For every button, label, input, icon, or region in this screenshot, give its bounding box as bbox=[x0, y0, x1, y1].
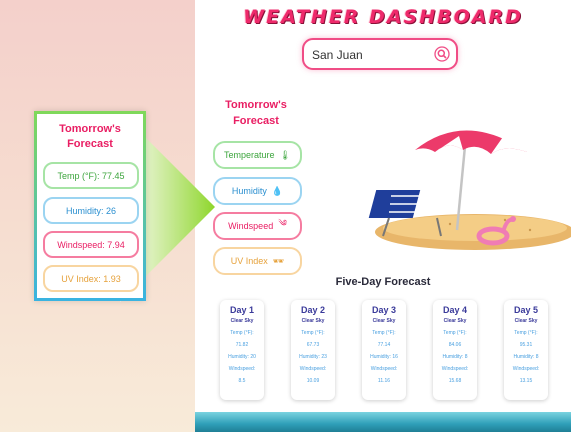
day-temp: 77.14 bbox=[377, 342, 391, 348]
day-condition: Clear Sky bbox=[514, 318, 538, 324]
temperature-label: Temperature bbox=[224, 150, 275, 160]
callout-humidity: Humidity: 26 bbox=[43, 197, 139, 224]
day-label: Day 1 bbox=[229, 305, 255, 315]
day-condition: Clear Sky bbox=[230, 318, 254, 324]
five-day-title: Five-Day Forecast bbox=[335, 276, 431, 288]
day-temp-label: Temp (°F): bbox=[372, 330, 396, 336]
day-wind-label: Windspeed: bbox=[512, 366, 540, 372]
humidity-button[interactable]: Humidity 💧 bbox=[213, 177, 302, 205]
day-card: Day 3 Clear Sky Temp (°F): 77.14 Humidit… bbox=[362, 300, 406, 400]
day-wind: 8.5 bbox=[238, 378, 246, 384]
day-humidity: Humidity: 8 bbox=[513, 354, 539, 360]
callout-windspeed: Windspeed: 7.94 bbox=[43, 231, 139, 258]
temperature-button[interactable]: Temperature 🌡 bbox=[213, 141, 302, 169]
day-card: Day 4 Clear Sky Temp (°F): 84.06 Humidit… bbox=[433, 300, 477, 400]
day-wind: 10.09 bbox=[306, 378, 320, 384]
day-temp-label: Temp (°F): bbox=[301, 330, 325, 336]
day-condition: Clear Sky bbox=[372, 318, 396, 324]
day-temp: 71.82 bbox=[235, 342, 249, 348]
beach-illustration bbox=[368, 130, 571, 250]
callout-uv: UV Index: 1.93 bbox=[43, 265, 139, 292]
day-condition: Clear Sky bbox=[443, 318, 467, 324]
day-temp: 67.73 bbox=[306, 342, 320, 348]
wind-icon: ༄ bbox=[278, 217, 287, 228]
day-wind-label: Windspeed: bbox=[370, 366, 398, 372]
day-wind: 13.15 bbox=[519, 378, 533, 384]
tomorrow-forecast-callout: Tomorrow's Forecast Temp (°F): 77.45 Hum… bbox=[34, 111, 146, 301]
day-humidity: Humidity: 23 bbox=[299, 354, 327, 360]
windspeed-label: Windspeed bbox=[228, 221, 274, 231]
day-temp: 95.31 bbox=[519, 342, 533, 348]
sunglasses-icon: 🕶 bbox=[272, 255, 285, 266]
search-input[interactable] bbox=[312, 46, 430, 64]
water-footer bbox=[195, 412, 571, 432]
uv-label: UV Index bbox=[230, 256, 268, 266]
day-card: Day 5 Clear Sky Temp (°F): 95.31 Humidit… bbox=[504, 300, 548, 400]
day-temp-label: Temp (°F): bbox=[443, 330, 467, 336]
day-wind: 11.16 bbox=[377, 378, 391, 384]
day-humidity: Humidity: 16 bbox=[370, 354, 398, 360]
windspeed-button[interactable]: Windspeed ༄ bbox=[213, 212, 302, 240]
day-humidity: Humidity: 8 bbox=[442, 354, 468, 360]
thermometer-icon: 🌡 bbox=[279, 149, 291, 160]
day-wind: 15.68 bbox=[448, 378, 462, 384]
search-box[interactable] bbox=[302, 38, 458, 70]
callout-temp: Temp (°F): 77.45 bbox=[43, 162, 139, 189]
weather-dashboard: WEATHER DASHBOARD Tomorrow's Forecast Te… bbox=[195, 0, 571, 432]
day-card: Day 2 Clear Sky Temp (°F): 67.73 Humidit… bbox=[291, 300, 335, 400]
search-icon[interactable] bbox=[434, 46, 450, 62]
day-card: Day 1 Clear Sky Temp (°F): 71.82 Humidit… bbox=[220, 300, 264, 400]
day-wind-label: Windspeed: bbox=[441, 366, 469, 372]
day-label: Day 2 bbox=[300, 305, 326, 315]
day-temp: 84.06 bbox=[448, 342, 462, 348]
app-title: WEATHER DASHBOARD bbox=[243, 6, 523, 28]
humidity-icon: 💧 bbox=[271, 185, 284, 196]
day-humidity: Humidity: 20 bbox=[228, 354, 256, 360]
day-label: Day 5 bbox=[513, 305, 539, 315]
day-label: Day 3 bbox=[371, 305, 397, 315]
day-wind-label: Windspeed: bbox=[299, 366, 327, 372]
uv-index-button[interactable]: UV Index 🕶 bbox=[213, 247, 302, 275]
humidity-label: Humidity bbox=[231, 186, 267, 196]
day-wind-label: Windspeed: bbox=[228, 366, 256, 372]
day-label: Day 4 bbox=[442, 305, 468, 315]
tomorrow-forecast-title: Tomorrow's Forecast bbox=[225, 99, 287, 127]
day-temp-label: Temp (°F): bbox=[514, 330, 538, 336]
day-temp-label: Temp (°F): bbox=[230, 330, 254, 336]
callout-title: Tomorrow's Forecast bbox=[59, 123, 121, 150]
day-condition: Clear Sky bbox=[301, 318, 325, 324]
